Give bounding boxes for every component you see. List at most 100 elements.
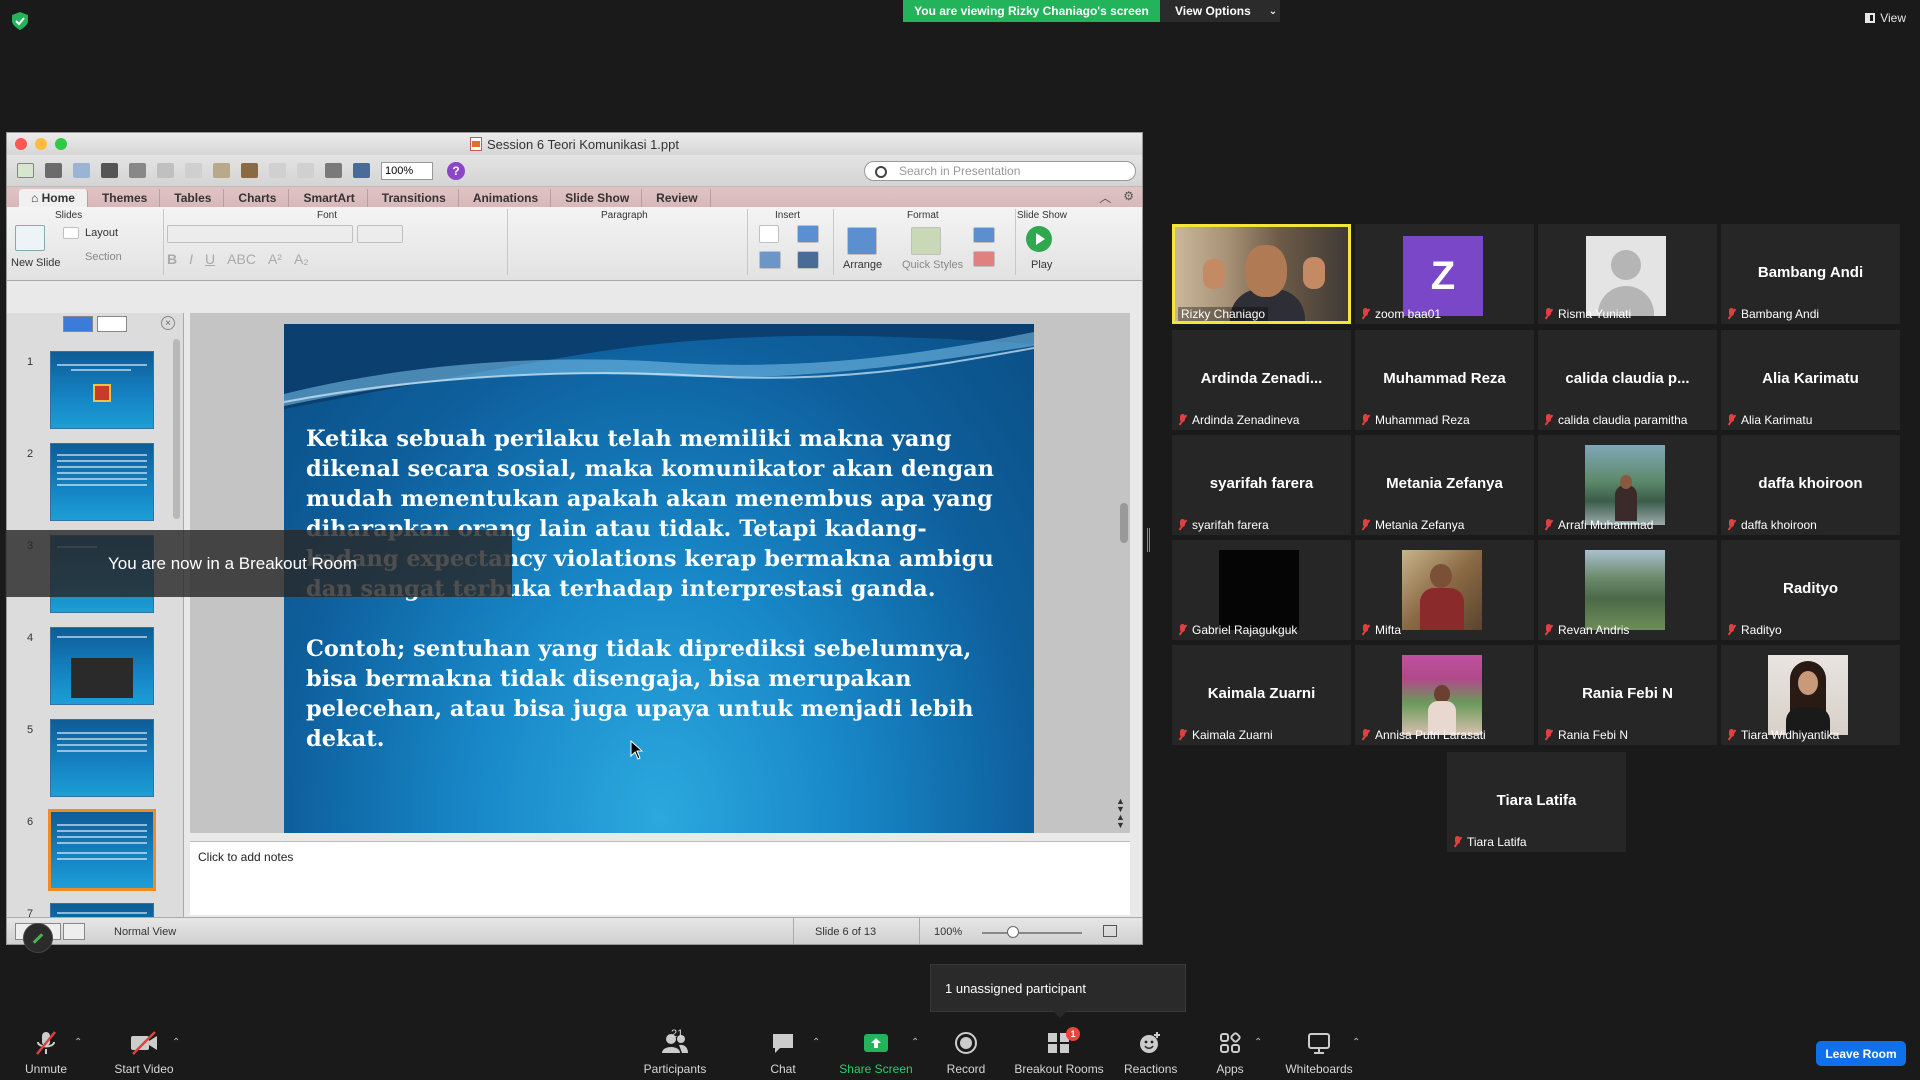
format-painter-icon[interactable] bbox=[237, 160, 261, 182]
tab-slide-show[interactable]: Slide Show bbox=[553, 189, 643, 207]
participant-tile[interactable]: Rania Febi N Rania Febi N bbox=[1538, 645, 1717, 745]
font-name-select[interactable] bbox=[167, 225, 353, 243]
new-slide-icon[interactable] bbox=[15, 225, 45, 251]
split-view-handle[interactable] bbox=[1147, 528, 1150, 552]
whiteboard-options-caret-icon[interactable]: ⌃ bbox=[1352, 1037, 1360, 1048]
close-panel-icon[interactable]: × bbox=[161, 316, 175, 330]
list-buttons[interactable] bbox=[513, 225, 733, 243]
audio-options-caret-icon[interactable]: ⌃ bbox=[74, 1037, 82, 1048]
record-button[interactable]: Record bbox=[943, 1030, 989, 1076]
participant-tile[interactable]: daffa khoiroon daffa khoiroon bbox=[1721, 435, 1900, 535]
participant-tile[interactable]: Revan Andris bbox=[1538, 540, 1717, 640]
quick-styles-button[interactable]: Quick Styles bbox=[902, 259, 963, 271]
save-icon[interactable] bbox=[97, 160, 121, 182]
slide-nav-arrows[interactable]: ▲ ▼ ▲ ▼ bbox=[1116, 797, 1126, 830]
gallery-icon[interactable] bbox=[321, 160, 345, 182]
fit-to-window-icon[interactable] bbox=[1103, 925, 1117, 937]
tab-review[interactable]: Review bbox=[644, 189, 711, 207]
unmute-button[interactable]: Unmute bbox=[18, 1030, 74, 1076]
slide-body-text[interactable]: Ketika sebuah perilaku telah memiliki ma… bbox=[306, 424, 1018, 784]
close-window-button[interactable] bbox=[15, 138, 27, 150]
share-screen-button[interactable]: Share Screen bbox=[838, 1030, 914, 1076]
view-options-button[interactable]: View Options ⌄ bbox=[1160, 0, 1280, 22]
search-in-presentation-input[interactable]: Search in Presentation bbox=[864, 161, 1136, 181]
fill-color-icon[interactable] bbox=[973, 227, 995, 243]
share-options-caret-icon[interactable]: ⌃ bbox=[911, 1037, 919, 1048]
video-options-caret-icon[interactable]: ⌃ bbox=[172, 1037, 180, 1048]
canvas-scrollbar[interactable] bbox=[1120, 503, 1128, 543]
shape-icon[interactable] bbox=[759, 251, 781, 269]
leave-room-button[interactable]: Leave Room bbox=[1816, 1041, 1906, 1066]
slides-view-toggle[interactable] bbox=[63, 316, 93, 332]
redo-icon[interactable] bbox=[293, 160, 317, 182]
start-video-button[interactable]: Start Video bbox=[106, 1030, 182, 1076]
arrange-icon[interactable] bbox=[847, 227, 877, 255]
view-button[interactable]: View bbox=[1865, 11, 1906, 25]
play-button[interactable]: Play bbox=[1031, 259, 1052, 271]
slide-thumbnail[interactable]: 2 bbox=[7, 443, 177, 527]
paste-icon[interactable] bbox=[209, 160, 233, 182]
tab-home[interactable]: Home bbox=[19, 189, 88, 207]
participant-tile[interactable]: syarifah farera syarifah farera bbox=[1172, 435, 1351, 535]
participant-tile[interactable]: Ardinda Zenadi... Ardinda Zenadineva bbox=[1172, 330, 1351, 430]
minimize-window-button[interactable] bbox=[35, 138, 47, 150]
undo-icon[interactable] bbox=[265, 160, 289, 182]
templates-icon[interactable] bbox=[41, 160, 65, 182]
tab-animations[interactable]: Animations bbox=[461, 189, 552, 207]
quick-styles-icon[interactable] bbox=[911, 227, 941, 255]
arrange-button[interactable]: Arrange bbox=[843, 259, 882, 271]
slide-thumbnail[interactable]: 1 bbox=[7, 351, 177, 435]
participant-tile[interactable]: Alia Karimatu Alia Karimatu bbox=[1721, 330, 1900, 430]
zoom-slider[interactable] bbox=[982, 932, 1082, 934]
zoom-window-button[interactable] bbox=[55, 138, 67, 150]
tab-tables[interactable]: Tables bbox=[162, 189, 225, 207]
participant-tile[interactable]: Annisa Putri Larasati bbox=[1355, 645, 1534, 745]
slideshow-icon[interactable] bbox=[349, 160, 373, 182]
participant-tile[interactable]: Radityo Radityo bbox=[1721, 540, 1900, 640]
new-icon[interactable] bbox=[13, 160, 37, 182]
notes-pane[interactable]: Click to add notes bbox=[190, 841, 1130, 915]
tab-smartart[interactable]: SmartArt bbox=[291, 189, 368, 207]
annotate-pen-icon[interactable] bbox=[23, 923, 53, 953]
open-icon[interactable] bbox=[69, 160, 93, 182]
help-icon[interactable]: ? bbox=[447, 161, 465, 180]
participant-tile[interactable]: calida claudia p... calida claudia param… bbox=[1538, 330, 1717, 430]
participant-tile[interactable]: Metania Zefanya Metania Zefanya bbox=[1355, 435, 1534, 535]
new-slide-button[interactable]: New Slide bbox=[11, 257, 61, 269]
slide-thumbnail[interactable]: 4 bbox=[7, 627, 177, 711]
line-color-icon[interactable] bbox=[973, 251, 995, 267]
tab-charts[interactable]: Charts bbox=[226, 189, 290, 207]
apps-button[interactable]: Apps bbox=[1215, 1030, 1245, 1076]
breakout-rooms-button[interactable]: 1 Breakout Rooms bbox=[1012, 1027, 1106, 1076]
tab-themes[interactable]: Themes bbox=[90, 189, 161, 207]
slide-thumbnail-selected[interactable]: 6 bbox=[7, 809, 177, 895]
section-button[interactable]: Section bbox=[85, 251, 122, 263]
play-icon[interactable] bbox=[1025, 225, 1053, 253]
reactions-button[interactable]: Reactions bbox=[1124, 1030, 1177, 1076]
apps-options-caret-icon[interactable]: ⌃ bbox=[1254, 1037, 1262, 1048]
text-box-icon[interactable] bbox=[759, 225, 779, 243]
participant-tile[interactable]: Tiara Widhiyantika bbox=[1721, 645, 1900, 745]
font-format-buttons[interactable]: B I U ABC A² A₂ bbox=[167, 251, 497, 271]
copy-icon[interactable] bbox=[181, 160, 205, 182]
participant-tile[interactable]: Arrafi Muhammad bbox=[1538, 435, 1717, 535]
align-buttons[interactable] bbox=[513, 251, 733, 269]
participant-tile[interactable]: Kaimala Zuarni Kaimala Zuarni bbox=[1172, 645, 1351, 745]
zoom-slider-knob[interactable] bbox=[1007, 926, 1019, 938]
layout-button[interactable]: Layout bbox=[85, 227, 118, 239]
participant-tile[interactable]: Rizky Chaniago bbox=[1172, 224, 1351, 324]
slide-thumbnail[interactable]: 5 bbox=[7, 719, 177, 803]
picture-icon[interactable] bbox=[797, 225, 819, 243]
chat-options-caret-icon[interactable]: ⌃ bbox=[812, 1037, 820, 1048]
media-icon[interactable] bbox=[797, 251, 819, 269]
security-shield-icon[interactable] bbox=[12, 12, 28, 30]
whiteboards-button[interactable]: Whiteboards bbox=[1284, 1030, 1354, 1076]
ribbon-settings-icon[interactable]: ⚙ bbox=[1123, 189, 1134, 206]
tab-transitions[interactable]: Transitions bbox=[370, 189, 459, 207]
collapse-ribbon-icon[interactable]: ︿ bbox=[1099, 189, 1111, 206]
participant-tile[interactable]: Muhammad Reza Muhammad Reza bbox=[1355, 330, 1534, 430]
participant-tile[interactable]: Mifta bbox=[1355, 540, 1534, 640]
participants-button[interactable]: 21 Participants bbox=[640, 1028, 710, 1076]
font-size-select[interactable] bbox=[357, 225, 403, 243]
participant-tile[interactable]: Z zoom baa01 bbox=[1355, 224, 1534, 324]
